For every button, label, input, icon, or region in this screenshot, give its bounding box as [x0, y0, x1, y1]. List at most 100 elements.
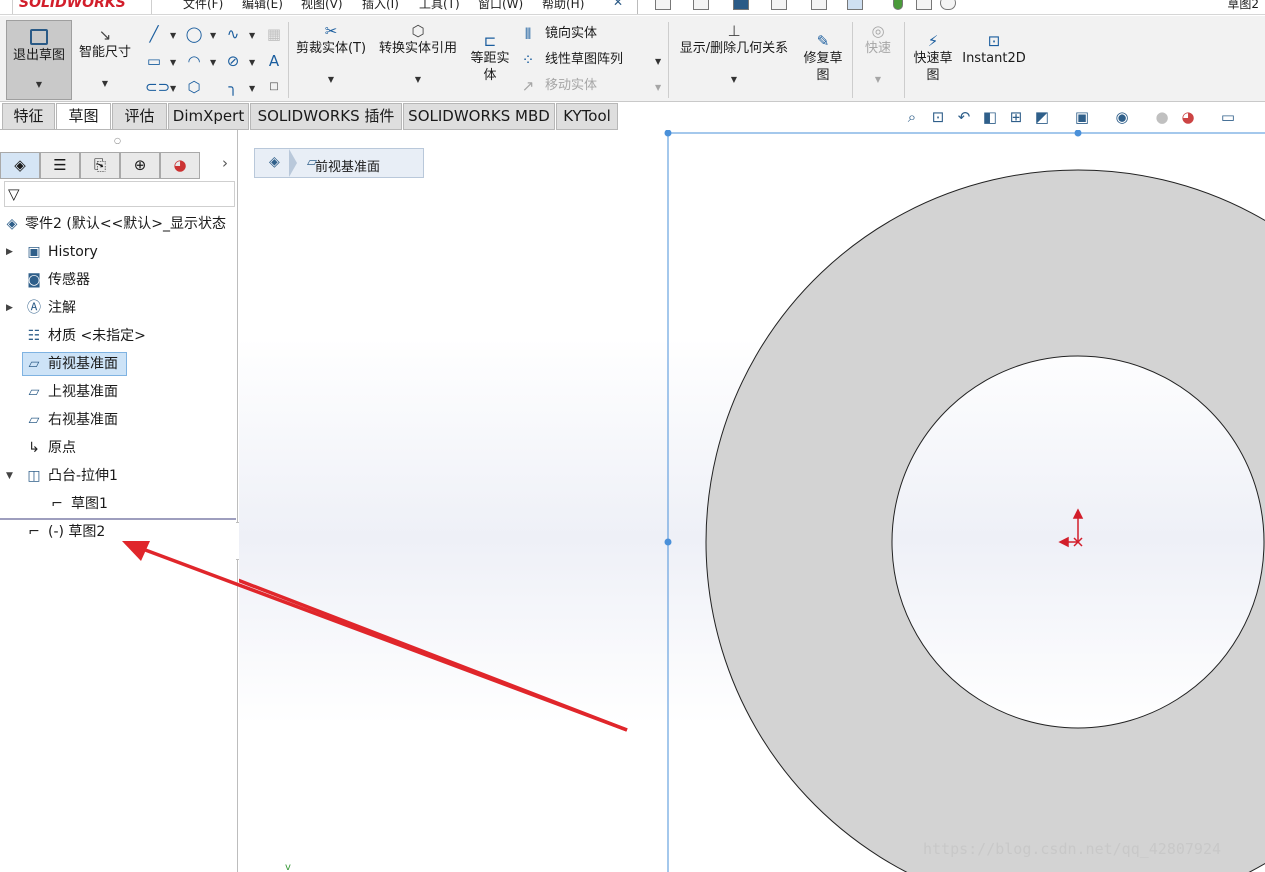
graphics-area[interactable]: ◈ ▱ 前视基准面 v https://blog.csdn.net/qq_428… — [239, 130, 1265, 872]
tree-item-annotations[interactable]: ▶ Ⓐ 注解 — [0, 296, 238, 320]
tab-features[interactable]: 特征 — [2, 103, 55, 130]
repair-sketch-button[interactable]: ✎ 修复草图 — [800, 32, 846, 84]
mirror-icon[interactable]: ⫴ — [519, 25, 537, 43]
section-view-icon[interactable]: ◧ — [981, 108, 999, 126]
smart-dimension-button[interactable]: ↘ 智能尺寸 ▼ — [75, 20, 135, 92]
exit-sketch-dropdown-icon[interactable]: ▼ — [7, 76, 71, 93]
rebuild-icon[interactable] — [893, 0, 903, 10]
tree-item-top-plane[interactable]: ▱ 上视基准面 — [0, 380, 238, 404]
expand-arrow-icon[interactable]: ▶ — [6, 296, 13, 320]
pin-icon[interactable]: ✕ — [613, 0, 623, 9]
tab-solidworks-addins[interactable]: SOLIDWORKS 插件 — [250, 103, 402, 130]
linear-pattern-icon[interactable]: ⁘ — [519, 51, 537, 69]
display-delete-relations-button[interactable]: ⊥ 显示/删除几何关系 ▼ — [674, 22, 794, 88]
tab-kytool[interactable]: KYTool — [556, 103, 618, 130]
zoom-to-fit-icon[interactable]: ⌕ — [903, 108, 921, 126]
annulus-face[interactable] — [705, 169, 1265, 872]
text-icon[interactable]: A — [265, 52, 283, 70]
undo-icon[interactable] — [811, 0, 827, 10]
tree-item-front-plane[interactable]: ▱ 前视基准面 — [0, 352, 238, 376]
expand-arrow-icon[interactable]: ▶ — [6, 240, 13, 264]
convert-entities-button[interactable]: ⬡ 转换实体引用 ▼ — [375, 22, 461, 88]
configurationmanager-tab-icon[interactable]: ⎘ — [80, 152, 120, 179]
menu-insert[interactable]: 插入(I) — [362, 0, 399, 12]
offset-entities-button[interactable]: ⊏ 等距实体 — [468, 32, 512, 84]
plane-handle[interactable] — [664, 538, 672, 546]
displaymanager-tab-icon[interactable]: ◕ — [160, 152, 200, 179]
exit-sketch-button[interactable]: 退出草图 ▼ — [6, 20, 72, 100]
point-icon[interactable]: □ — [265, 78, 283, 96]
instant2d-button[interactable]: ⊡ Instant2D — [962, 32, 1026, 67]
print-icon[interactable] — [771, 0, 787, 10]
apply-scene-icon[interactable]: ◕ — [1179, 108, 1197, 126]
display-style-icon[interactable]: ▣ — [1073, 108, 1091, 126]
trim-dropdown-icon[interactable]: ▼ — [294, 71, 368, 88]
tree-item-sketch1[interactable]: ⌐ 草图1 — [0, 492, 238, 516]
menu-view[interactable]: 视图(V) — [301, 0, 343, 12]
tree-item-material[interactable]: ☷ 材质 <未指定> — [0, 324, 238, 348]
smart-dimension-dropdown-icon[interactable]: ▼ — [75, 75, 135, 92]
previous-view-icon[interactable]: ↶ — [955, 108, 973, 126]
select-icon[interactable] — [847, 0, 863, 10]
ellipse-icon[interactable]: ⊘ — [224, 52, 242, 70]
tree-item-origin[interactable]: ↳ 原点 — [0, 436, 238, 460]
relations-dropdown-icon[interactable]: ▼ — [674, 71, 794, 88]
tree-item-boss-extrude[interactable]: ▼ ◫ 凸台-拉伸1 — [0, 464, 238, 488]
ellipse-dropdown-icon[interactable]: ▼ — [249, 58, 255, 67]
quick-snaps-button[interactable]: ◎ 快速 ▼ — [858, 22, 898, 88]
zoom-to-area-icon[interactable]: ⊡ — [929, 108, 947, 126]
new-document-icon[interactable] — [655, 0, 671, 10]
chevron-right-icon[interactable]: › — [222, 154, 228, 172]
trim-entities-button[interactable]: ✂ 剪裁实体(T) ▼ — [294, 22, 368, 88]
menu-edit[interactable]: 编辑(E) — [242, 0, 283, 12]
options-gear-icon[interactable] — [940, 0, 956, 10]
polygon-icon[interactable]: ⬡ — [185, 78, 203, 96]
panel-grip-icon[interactable]: ○ — [114, 136, 121, 145]
move-entities-icon[interactable]: ↗ — [519, 77, 537, 95]
fillet-dropdown-icon[interactable]: ▼ — [249, 84, 255, 93]
view-settings-icon[interactable]: ▭ — [1219, 108, 1237, 126]
spline-icon[interactable]: ∿ — [224, 25, 242, 43]
quick-snaps-dropdown-icon[interactable]: ▼ — [858, 71, 898, 88]
circle-dropdown-icon[interactable]: ▼ — [210, 31, 216, 40]
arc-dropdown-icon[interactable]: ▼ — [210, 58, 216, 67]
featuremanager-tab-icon[interactable]: ◈ — [0, 152, 40, 179]
line-dropdown-icon[interactable]: ▼ — [170, 31, 176, 40]
hide-show-items-icon[interactable]: ◉ — [1113, 108, 1131, 126]
open-document-icon[interactable] — [693, 0, 709, 10]
rapid-sketch-button[interactable]: ⚡ 快速草图 — [910, 32, 956, 84]
convert-dropdown-icon[interactable]: ▼ — [375, 71, 461, 88]
view-orientation-icon[interactable]: ◩ — [1033, 108, 1051, 126]
spline-dropdown-icon[interactable]: ▼ — [249, 31, 255, 40]
arc-icon[interactable]: ◠ — [185, 52, 203, 70]
propertymanager-tab-icon[interactable]: ☰ — [40, 152, 80, 179]
move-dropdown-icon[interactable]: ▼ — [655, 83, 661, 92]
menu-tools[interactable]: 工具(T) — [419, 0, 460, 12]
slot-dropdown-icon[interactable]: ▼ — [170, 84, 176, 93]
plane-handle[interactable] — [664, 130, 672, 137]
line-icon[interactable]: ╱ — [145, 25, 163, 43]
file-properties-icon[interactable] — [916, 0, 932, 10]
tree-filter[interactable]: ▽ — [4, 181, 235, 207]
filter-icon[interactable]: ▽ — [8, 185, 20, 203]
tree-item-right-plane[interactable]: ▱ 右视基准面 — [0, 408, 238, 432]
dimxpertmanager-tab-icon[interactable]: ⊕ — [120, 152, 160, 179]
save-icon[interactable] — [733, 0, 749, 10]
linear-pattern-dropdown-icon[interactable]: ▼ — [655, 57, 661, 66]
rectangle-dropdown-icon[interactable]: ▼ — [170, 58, 176, 67]
tree-item-sketch2[interactable]: ⌐ (-) 草图2 — [0, 520, 238, 544]
move-entities-label[interactable]: 移动实体 — [545, 77, 597, 95]
edit-appearance-icon[interactable]: ● — [1153, 108, 1171, 126]
menu-window[interactable]: 窗口(W) — [478, 0, 523, 12]
dynamic-annotation-icon[interactable]: ⊞ — [1007, 108, 1025, 126]
collapse-arrow-icon[interactable]: ▼ — [6, 464, 13, 488]
slot-icon[interactable]: ⊂⊃ — [145, 78, 170, 96]
tree-item-sensors[interactable]: ◙ 传感器 — [0, 268, 238, 292]
tree-root[interactable]: ◈ 零件2 (默认<<默认>_显示状态 — [0, 212, 238, 236]
tree-item-history[interactable]: ▶ ▣ History — [0, 240, 238, 264]
tab-solidworks-mbd[interactable]: SOLIDWORKS MBD — [403, 103, 555, 130]
menu-file[interactable]: 文件(F) — [183, 0, 223, 12]
tab-evaluate[interactable]: 评估 — [112, 103, 167, 130]
tab-dimxpert[interactable]: DimXpert — [168, 103, 249, 130]
plane-sketch-icon[interactable]: ▦ — [265, 25, 283, 43]
